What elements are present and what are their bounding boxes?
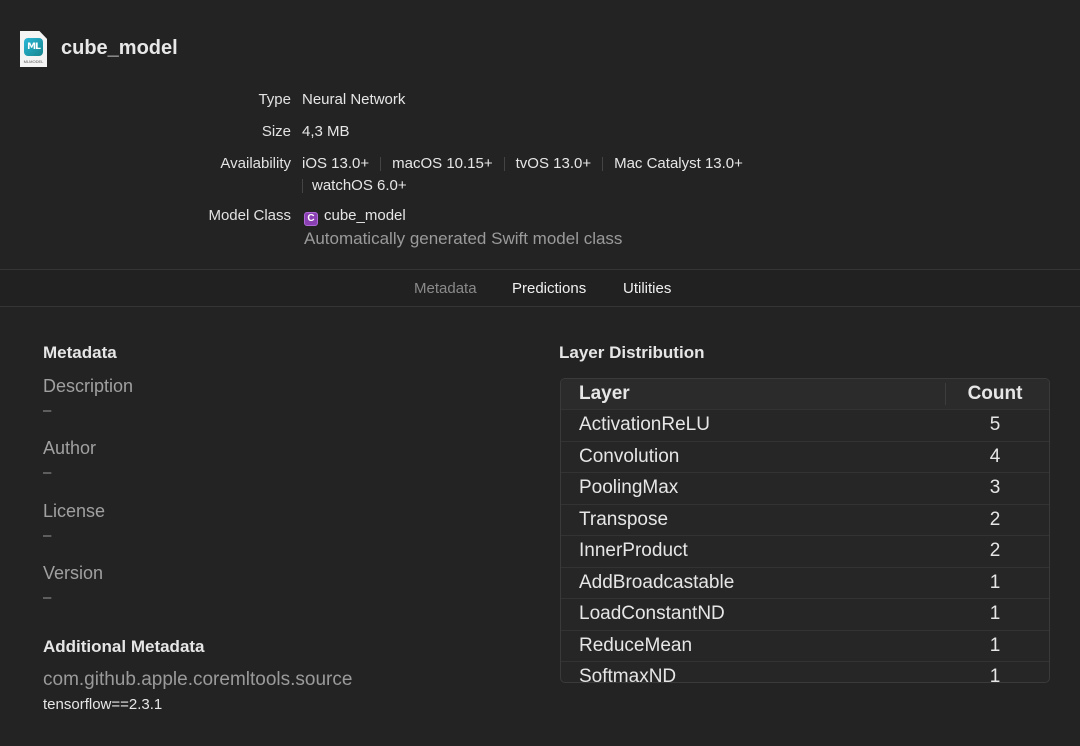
size-value: 4,3 MB [302,123,350,140]
table-row[interactable]: Convolution 4 [561,442,1049,473]
layer-count: 2 [989,508,1001,530]
layer-count: 1 [989,666,1001,683]
layer-count: 1 [989,571,1001,593]
model-class-label: Model Class [208,207,291,224]
column-header-count[interactable]: Count [945,383,1045,405]
tab-bar: Metadata Predictions Utilities [0,269,1080,307]
table-header: Layer Count [561,379,1049,410]
layer-name: Transpose [579,508,669,530]
table-row[interactable]: SoftmaxND 1 [561,662,1049,683]
tab-predictions[interactable]: Predictions [512,280,586,297]
availability-watchos: watchOS 6.0+ [312,177,407,194]
table-row[interactable]: ReduceMean 1 [561,631,1049,662]
layer-distribution-table: Layer Count ActivationReLU 5 Convolution 4 P… [560,378,1050,683]
model-class-value[interactable]: cube_model [324,207,406,224]
table-row[interactable]: InnerProduct 2 [561,536,1049,568]
layer-count: 5 [989,414,1001,435]
mlmodel-file-icon: ML MLMODEL [20,31,47,67]
availability-mac-catalyst: Mac Catalyst 13.0+ [614,155,743,172]
table-body: ActivationReLU 5 Convolution 4 PoolingMax 3 Tr… [561,410,1049,683]
description-key: Description [43,376,134,396]
tab-metadata[interactable]: Metadata [414,280,477,297]
version-value: – [43,589,52,606]
layer-name: Convolution [579,445,680,467]
layer-count: 1 [989,603,1001,624]
model-class-description: Automatically generated Swift model clas… [304,229,623,248]
table-row[interactable]: ActivationReLU 5 [561,410,1049,442]
table-row[interactable]: PoolingMax 3 [561,473,1049,505]
metadata-heading: Metadata [43,343,117,362]
layer-name: ActivationReLU [579,414,710,435]
column-header-layer[interactable]: Layer [579,383,630,405]
layer-count: 4 [989,445,1001,467]
availability-label: Availability [220,155,291,172]
separator [302,178,303,193]
availability-list: iOS 13.0+ macOS 10.15+ tvOS 13.0+ Mac Ca… [302,155,743,172]
layer-name: ReduceMean [579,634,693,656]
layer-name: LoadConstantND [579,603,725,624]
layer-count: 1 [989,634,1001,656]
ml-badge-icon: ML [24,38,43,56]
size-label: Size [261,123,291,140]
layer-name: InnerProduct [579,540,688,561]
table-row[interactable]: AddBroadcastable 1 [561,568,1049,599]
layer-name: PoolingMax [579,477,679,498]
availability-ios: iOS 13.0+ [302,155,370,172]
layer-count: 2 [989,540,1001,561]
table-row[interactable]: LoadConstantND 1 [561,599,1049,631]
version-key: Version [43,563,104,583]
additional-metadata-value: tensorflow==2.3.1 [43,696,163,713]
separator [602,156,604,171]
additional-metadata-heading: Additional Metadata [43,637,205,656]
model-class-value-wrap[interactable]: Ccube_model [304,207,406,226]
tab-utilities[interactable]: Utilities [623,280,671,297]
author-key: Author [43,438,97,458]
license-key: License [43,501,106,521]
layer-distribution-heading: Layer Distribution [559,343,705,362]
file-type-caption: MLMODEL [23,59,44,64]
separator [380,156,382,171]
separator [503,156,505,171]
additional-metadata-key: com.github.apple.coremltools.source [43,669,353,690]
layer-name: SoftmaxND [579,666,677,683]
swift-class-icon: C [304,212,318,226]
table-row[interactable]: Transpose 2 [561,505,1049,536]
license-value: – [43,527,52,544]
layer-name: AddBroadcastable [579,571,735,593]
type-value: Neural Network [302,91,406,108]
description-value: – [43,402,52,419]
type-label: Type [258,91,291,108]
availability-tvos: tvOS 13.0+ [515,155,592,172]
author-value: – [43,464,52,481]
layer-count: 3 [989,477,1001,498]
availability-macos: macOS 10.15+ [392,155,493,172]
availability-list-line2: watchOS 6.0+ [302,177,407,194]
model-title: cube_model [61,37,178,59]
